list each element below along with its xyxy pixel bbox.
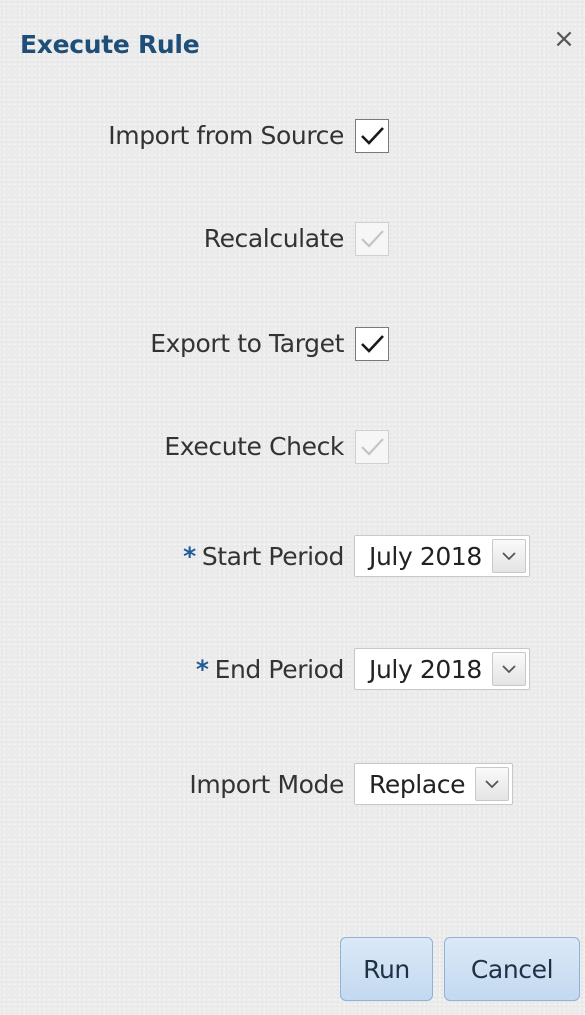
import-mode-row: Import Mode Replace xyxy=(0,763,585,807)
dialog-title: Execute Rule xyxy=(20,30,200,59)
export-to-target-label: Export to Target xyxy=(150,329,344,358)
required-marker: * xyxy=(195,655,209,684)
export-to-target-checkbox[interactable] xyxy=(355,327,389,361)
import-from-source-label: Import from Source xyxy=(108,121,344,150)
import-mode-value: Replace xyxy=(369,769,466,799)
export-to-target-row: Export to Target xyxy=(0,322,585,366)
end-period-row: * End Period July 2018 xyxy=(0,648,585,692)
end-period-label: * End Period xyxy=(195,648,345,692)
recalculate-label: Recalculate xyxy=(203,224,345,253)
execute-check-row: Execute Check xyxy=(0,425,585,469)
checkmark-icon xyxy=(361,127,384,145)
cancel-button[interactable]: Cancel xyxy=(444,937,580,1001)
start-period-value: July 2018 xyxy=(369,541,482,571)
run-button[interactable]: Run xyxy=(340,937,433,1001)
execute-check-label: Execute Check xyxy=(164,432,344,461)
import-from-source-checkbox[interactable] xyxy=(355,119,389,153)
close-icon[interactable]: × xyxy=(551,26,577,52)
recalculate-row: Recalculate xyxy=(0,217,585,261)
start-period-label-text: Start Period xyxy=(201,542,345,571)
execute-rule-dialog: Execute Rule × Import from Source Recalc… xyxy=(0,0,585,1015)
chevron-down-icon[interactable] xyxy=(491,652,526,686)
checkmark-icon xyxy=(361,335,384,353)
import-from-source-row: Import from Source xyxy=(0,114,585,158)
start-period-label: * Start Period xyxy=(183,535,344,579)
execute-check-checkbox[interactable] xyxy=(355,430,389,464)
checkmark-icon xyxy=(361,230,384,248)
import-mode-label: Import Mode xyxy=(189,770,344,799)
end-period-label-text: End Period xyxy=(214,655,345,684)
start-period-row: * Start Period July 2018 xyxy=(0,535,585,579)
chevron-down-icon[interactable] xyxy=(491,539,526,573)
chevron-down-icon[interactable] xyxy=(475,767,510,801)
checkmark-icon xyxy=(361,438,384,456)
recalculate-checkbox[interactable] xyxy=(355,222,389,256)
required-marker: * xyxy=(183,542,196,571)
import-mode-select[interactable]: Replace xyxy=(354,763,514,805)
end-period-value: July 2018 xyxy=(369,654,482,684)
end-period-select[interactable]: July 2018 xyxy=(354,648,530,690)
start-period-select[interactable]: July 2018 xyxy=(354,535,530,577)
